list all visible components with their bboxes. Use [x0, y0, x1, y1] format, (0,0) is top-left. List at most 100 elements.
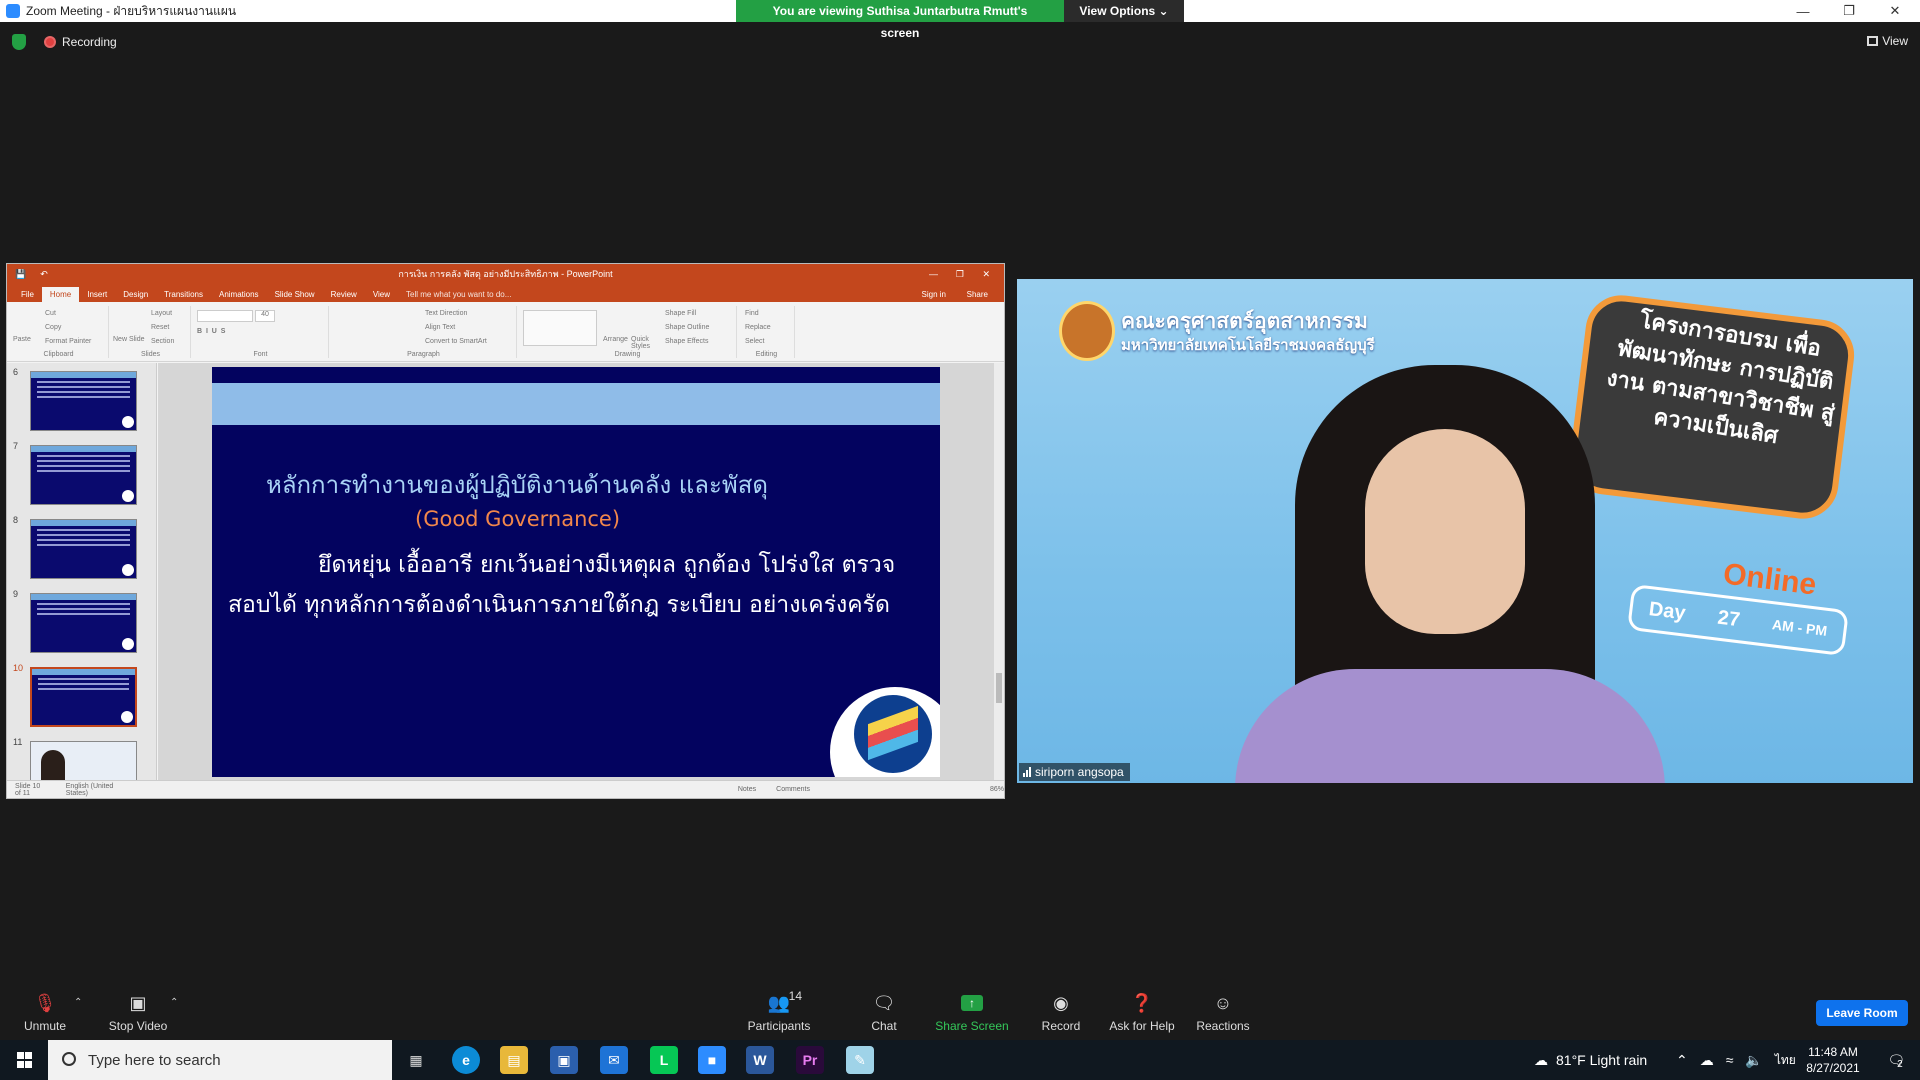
video-options-caret-icon[interactable]: ⌃	[170, 997, 178, 1008]
wifi-icon[interactable]: ≈	[1726, 1052, 1734, 1068]
paste-button[interactable]: Paste	[13, 336, 31, 343]
tab-home[interactable]: Home	[41, 287, 80, 302]
participants-button[interactable]: 👥 14 Participants	[734, 989, 824, 1033]
maximize-button[interactable]: ❐	[1826, 0, 1872, 22]
tab-view[interactable]: View	[365, 290, 398, 302]
align-text-button[interactable]: Align Text	[425, 324, 455, 331]
tab-review[interactable]: Review	[323, 290, 365, 302]
font-size-box[interactable]: 40	[255, 310, 275, 322]
select-button[interactable]: Select	[745, 338, 764, 345]
line-app-icon[interactable]: L	[650, 1046, 678, 1074]
copy-button[interactable]: Copy	[45, 324, 61, 331]
shapes-gallery[interactable]	[523, 310, 597, 346]
slide-thumbnail-selected[interactable]: 10	[13, 663, 151, 729]
security-shield-icon[interactable]	[12, 34, 26, 50]
font-name-box[interactable]	[197, 310, 253, 322]
share-screen-label: Share Screen	[935, 1019, 1009, 1033]
share-screen-button[interactable]: ↑ Share Screen	[927, 991, 1017, 1033]
slide-thumbnail[interactable]: 11	[13, 737, 151, 780]
shape-fill-button[interactable]: Shape Fill	[665, 310, 696, 317]
input-language[interactable]: ไทย	[1775, 1051, 1796, 1070]
minimize-button[interactable]: —	[1780, 0, 1826, 22]
taskbar-clock[interactable]: 11:48 AM 8/27/2021	[1796, 1044, 1870, 1076]
layout-button[interactable]: Layout	[151, 310, 172, 317]
slide-scrollbar[interactable]	[994, 363, 1004, 780]
slide-canvas[interactable]: หลักการทำงานของผู้ปฏิบัติงานด้านคลัง และ…	[158, 363, 1004, 780]
sign-in-link[interactable]: Sign in	[914, 290, 954, 302]
audio-options-caret-icon[interactable]: ⌃	[74, 997, 82, 1008]
ask-help-button[interactable]: ❓ Ask for Help	[1097, 991, 1187, 1034]
format-painter-button[interactable]: Format Painter	[45, 338, 91, 345]
paragraph-label: Paragraph	[407, 351, 440, 358]
windows-start-button[interactable]	[0, 1040, 48, 1080]
reset-button[interactable]: Reset	[151, 324, 169, 331]
replace-button[interactable]: Replace	[745, 324, 771, 331]
shape-outline-button[interactable]: Shape Outline	[665, 324, 709, 331]
text-direction-button[interactable]: Text Direction	[425, 310, 467, 317]
share-button[interactable]: Share	[959, 290, 996, 302]
tab-insert[interactable]: Insert	[79, 290, 115, 302]
quick-styles-button[interactable]: Quick Styles	[631, 336, 657, 350]
reactions-button[interactable]: ☺ Reactions	[1178, 991, 1268, 1034]
section-button[interactable]: Section	[151, 338, 174, 345]
slide-thumbnail[interactable]: 8	[13, 515, 151, 581]
close-button[interactable]: ✕	[1872, 0, 1918, 22]
speaker-icon[interactable]: 🔈	[1745, 1052, 1762, 1069]
ppt-title: การเงิน การคลัง พัสดุ อย่างมีประสิทธิภาพ…	[398, 269, 613, 279]
tray-chevron-icon[interactable]: ⌃	[1676, 1052, 1688, 1069]
thumbnail-image	[30, 741, 137, 780]
convert-smartart-button[interactable]: Convert to SmartArt	[425, 338, 487, 345]
zoom-level[interactable]: 86%	[990, 786, 1004, 793]
cloud-rain-icon: ☁	[1534, 1051, 1548, 1068]
slide-thumbnail[interactable]: 9	[13, 589, 151, 655]
store-icon[interactable]: ▣	[550, 1046, 578, 1074]
meeting-toolbar: 🎙 Unmute ⌃ ▣ Stop Video ⌃ 👥 14 Participa…	[0, 985, 1920, 1040]
system-tray: ⌃ ☁ ≈ 🔈 ไทย	[1676, 1040, 1796, 1080]
signal-bars-icon	[1023, 767, 1031, 777]
ppt-restore-icon[interactable]: ❐	[956, 269, 964, 280]
notepad-icon[interactable]: ✎	[846, 1046, 874, 1074]
cut-button[interactable]: Cut	[45, 310, 56, 317]
record-label: Record	[1041, 1019, 1081, 1033]
task-view-icon[interactable]: ▦	[402, 1046, 430, 1074]
slide-thumbnail[interactable]: 7	[13, 441, 151, 507]
tab-transitions[interactable]: Transitions	[156, 290, 211, 302]
chat-button[interactable]: 🗨 Chat	[839, 991, 929, 1034]
slide-thumbnail[interactable]: 6	[13, 367, 151, 433]
find-button[interactable]: Find	[745, 310, 759, 317]
ppt-close-icon[interactable]: ✕	[982, 269, 990, 280]
edge-browser-icon[interactable]: e	[452, 1046, 480, 1074]
time-label: AM - PM	[1771, 616, 1828, 639]
tell-me-box[interactable]: Tell me what you want to do...	[398, 290, 519, 302]
arrange-button[interactable]: Arrange	[603, 336, 628, 343]
ppt-minimize-icon[interactable]: —	[929, 269, 938, 279]
notes-button[interactable]: Notes	[738, 786, 756, 793]
current-slide[interactable]: หลักการทำงานของผู้ปฏิบัติงานด้านคลัง และ…	[212, 367, 940, 777]
shape-effects-button[interactable]: Shape Effects	[665, 338, 708, 345]
tab-file[interactable]: File	[13, 290, 42, 302]
new-slide-button[interactable]: New Slide	[113, 336, 145, 343]
weather-widget[interactable]: ☁ 81°F Light rain	[1534, 1040, 1647, 1080]
bold-button[interactable]: B I U S	[197, 328, 225, 335]
premiere-icon[interactable]: Pr	[796, 1046, 824, 1074]
paragraph-group: Text Direction Align Text Convert to Sma…	[331, 306, 517, 358]
language-status[interactable]: English (United States)	[66, 783, 118, 797]
view-options-button[interactable]: View Options ⌄	[1064, 0, 1184, 22]
comments-button[interactable]: Comments	[776, 786, 810, 793]
notification-center-button[interactable]: 🗨 2	[1880, 1040, 1910, 1080]
tab-animations[interactable]: Animations	[211, 290, 267, 302]
leave-room-button[interactable]: Leave Room	[1816, 1000, 1908, 1026]
view-button[interactable]: View	[1867, 34, 1908, 48]
weather-text: Light rain	[1589, 1052, 1648, 1068]
zoom-taskbar-icon[interactable]: ■	[698, 1046, 726, 1074]
word-icon[interactable]: W	[746, 1046, 774, 1074]
record-button[interactable]: ◉ Record	[1016, 991, 1106, 1034]
tab-slide-show[interactable]: Slide Show	[267, 290, 323, 302]
weather-temp: 81°F	[1556, 1052, 1586, 1068]
tab-design[interactable]: Design	[115, 290, 156, 302]
mail-icon[interactable]: ✉	[600, 1046, 628, 1074]
file-explorer-icon[interactable]: ▤	[500, 1046, 528, 1074]
onedrive-icon[interactable]: ☁	[1700, 1052, 1714, 1069]
taskbar-search-input[interactable]: Type here to search	[48, 1040, 392, 1080]
scroll-thumb[interactable]	[996, 673, 1002, 703]
